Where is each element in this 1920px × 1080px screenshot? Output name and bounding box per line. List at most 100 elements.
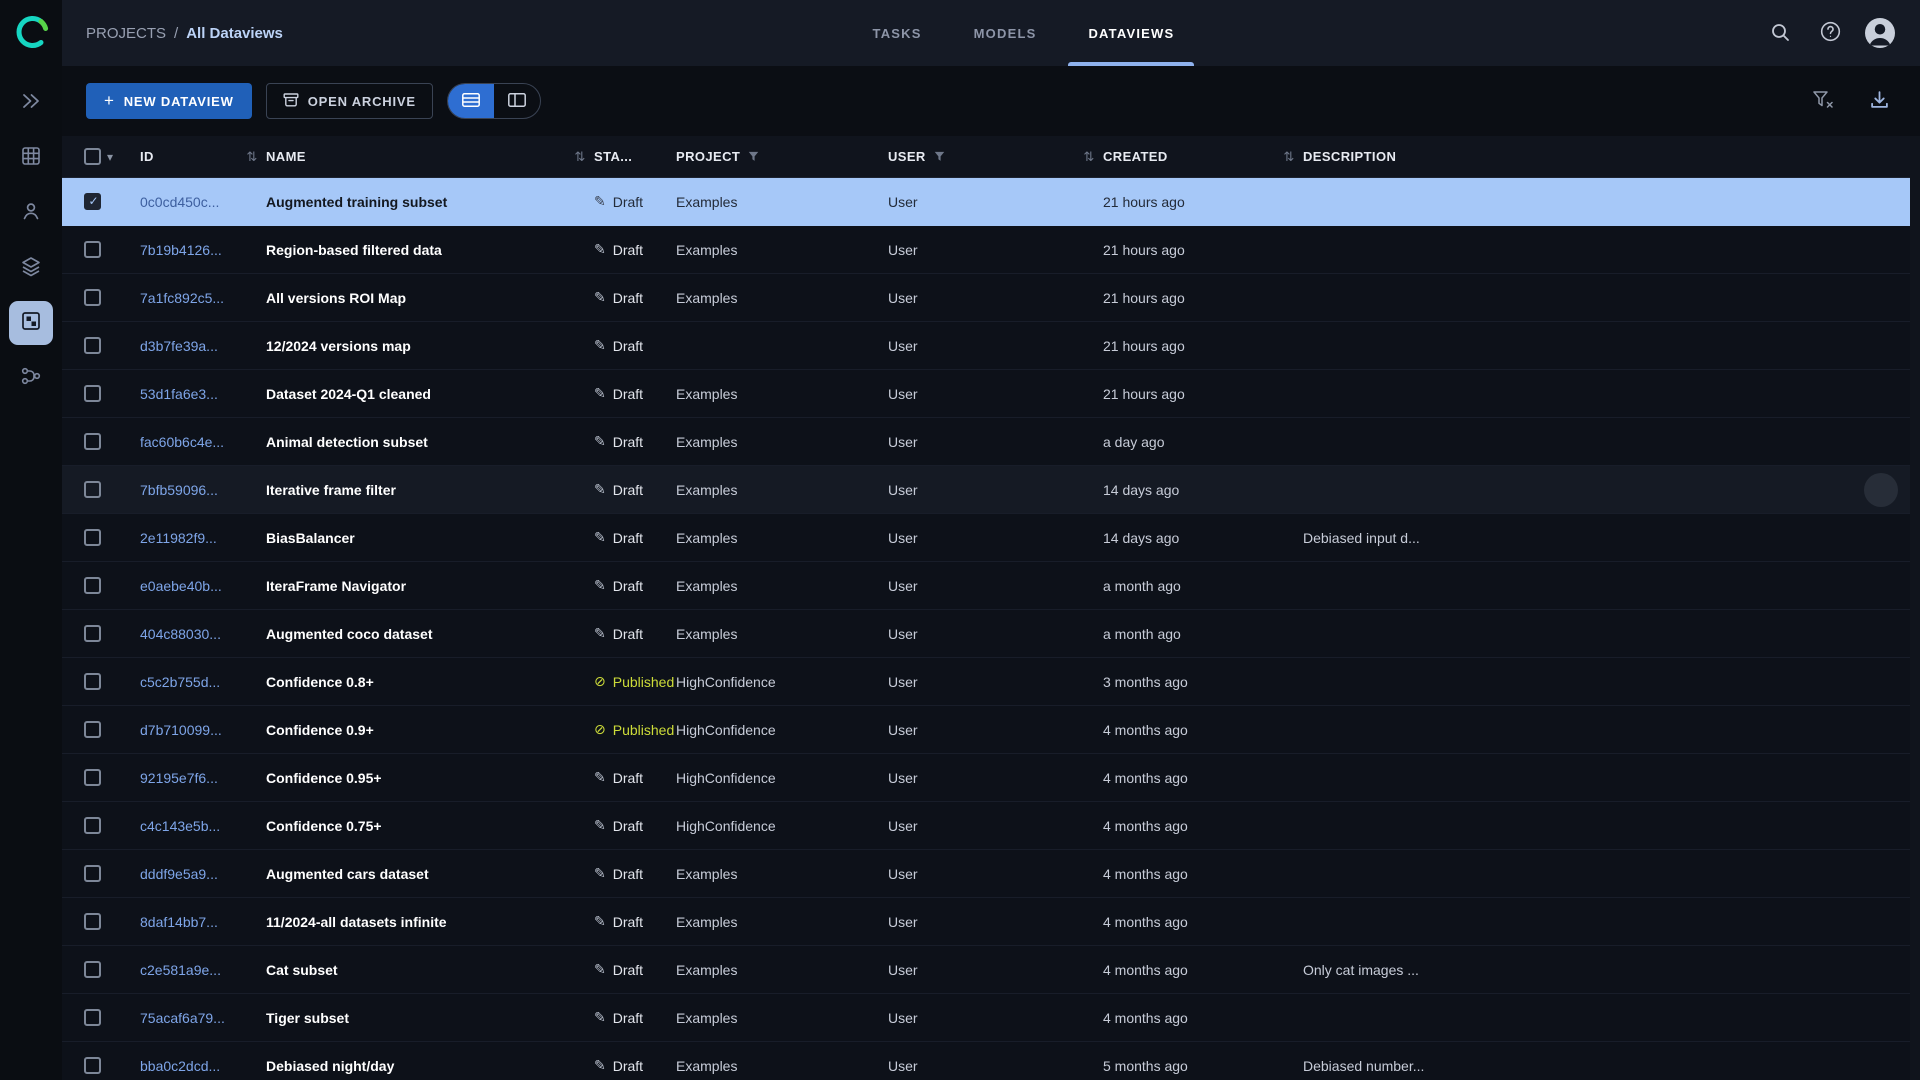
table-row[interactable]: 75acaf6a79... Tiger subset ✎ Draft Examp…: [62, 994, 1920, 1042]
row-checkbox[interactable]: [84, 625, 101, 642]
header-tab[interactable]: TASKS: [847, 0, 948, 66]
cell-project: Examples: [676, 385, 738, 402]
table-row[interactable]: c4c143e5b... Confidence 0.75+ ✎ Draft Hi…: [62, 802, 1920, 850]
column-header-name[interactable]: ⇅ NAME: [246, 149, 594, 165]
select-dropdown-caret[interactable]: ▾: [107, 150, 113, 164]
sidebar-item-datasets[interactable]: [9, 136, 53, 180]
sidebar-item-dataviews[interactable]: [9, 301, 53, 345]
sort-icon[interactable]: ⇅: [572, 149, 588, 165]
table-row[interactable]: c5c2b755d... Confidence 0.8+ ⊘ Published…: [62, 658, 1920, 706]
clear-filters-button[interactable]: [1806, 84, 1840, 118]
row-checkbox[interactable]: [84, 433, 101, 450]
cell-created: 21 hours ago: [1103, 193, 1185, 210]
download-icon: [1870, 90, 1889, 112]
cell-user: User: [888, 673, 918, 690]
row-checkbox[interactable]: [84, 577, 101, 594]
open-archive-button[interactable]: OPEN ARCHIVE: [265, 83, 433, 119]
sidebar-item-projects[interactable]: [9, 81, 53, 125]
cell-description: Debiased number...: [1303, 1057, 1425, 1074]
row-checkbox[interactable]: [84, 241, 101, 258]
table-row[interactable]: bba0c2dcd... Debiased night/day ✎ Draft …: [62, 1042, 1920, 1080]
split-view-button[interactable]: [494, 84, 540, 118]
row-checkbox[interactable]: [84, 385, 101, 402]
row-checkbox[interactable]: [84, 673, 101, 690]
column-header-user[interactable]: USER: [888, 149, 1103, 164]
cell-description: Only cat images ...: [1303, 961, 1419, 978]
row-checkbox[interactable]: [84, 913, 101, 930]
clearml-logo[interactable]: [10, 10, 54, 54]
scrollbar-track[interactable]: [1910, 136, 1920, 1080]
column-header-status[interactable]: ⇅ STA...: [574, 149, 676, 165]
status-badge: ✎ Draft: [594, 625, 676, 642]
sort-icon[interactable]: ⇅: [1281, 149, 1297, 165]
row-checkbox[interactable]: [84, 529, 101, 546]
filter-funnel-icon[interactable]: [748, 151, 759, 162]
table-row[interactable]: 0c0cd450c... Augmented training subset ✎…: [62, 178, 1920, 226]
avatar-icon: [1865, 18, 1895, 48]
header-tab[interactable]: MODELS: [948, 0, 1063, 66]
column-header-description[interactable]: ⇅ DESCRIPTION: [1283, 149, 1920, 165]
row-checkbox[interactable]: [84, 865, 101, 882]
status-label: Published: [612, 673, 675, 690]
table-header-row: ▾ ID ⇅ NAME ⇅ STA... PROJECT USER ⇅ CREA…: [62, 136, 1920, 178]
row-checkbox[interactable]: [84, 1009, 101, 1026]
download-button[interactable]: [1862, 84, 1896, 118]
view-toggle: [446, 83, 541, 119]
header-tab[interactable]: DATAVIEWS: [1062, 0, 1200, 66]
cell-status: ✎ Draft: [594, 913, 676, 930]
row-checkbox[interactable]: [84, 1057, 101, 1074]
status-label: Draft: [612, 433, 644, 450]
select-all-checkbox[interactable]: [84, 148, 101, 165]
table-row[interactable]: dddf9e5a9... Augmented cars dataset ✎ Dr…: [62, 850, 1920, 898]
table-row[interactable]: c2e581a9e... Cat subset ✎ Draft Examples…: [62, 946, 1920, 994]
table-row[interactable]: d3b7fe39a... 12/2024 versions map ✎ Draf…: [62, 322, 1920, 370]
cell-project: Examples: [676, 577, 738, 594]
table-row[interactable]: 8daf14bb7... 11/2024-all datasets infini…: [62, 898, 1920, 946]
table-row[interactable]: d7b710099... Confidence 0.9+ ⊘ Published…: [62, 706, 1920, 754]
sidebar-item-hyper-datasets[interactable]: [9, 246, 53, 290]
cell-name: 11/2024-all datasets infinite: [266, 913, 447, 930]
table-row[interactable]: 53d1fa6e3... Dataset 2024-Q1 cleaned ✎ D…: [62, 370, 1920, 418]
row-checkbox[interactable]: [84, 193, 101, 210]
column-header-created[interactable]: ⇅ CREATED: [1083, 149, 1303, 165]
table-row[interactable]: 7a1fc892c5... All versions ROI Map ✎ Dra…: [62, 274, 1920, 322]
sort-icon[interactable]: ⇅: [1081, 149, 1097, 165]
table-row[interactable]: 7bfb59096... Iterative frame filter ✎ Dr…: [62, 466, 1920, 514]
row-checkbox[interactable]: [84, 817, 101, 834]
sidebar-item-annotations[interactable]: [9, 191, 53, 235]
sidebar-item-pipelines[interactable]: [9, 356, 53, 400]
cell-name: 12/2024 versions map: [266, 337, 411, 354]
breadcrumb-projects[interactable]: PROJECTS: [86, 25, 166, 42]
sort-icon[interactable]: ⇅: [244, 149, 260, 165]
status-badge: ✎ Draft: [594, 337, 676, 354]
new-dataview-button[interactable]: + NEW DATAVIEW: [86, 83, 252, 119]
row-checkbox[interactable]: [84, 769, 101, 786]
help-button[interactable]: [1814, 17, 1846, 49]
cell-user: User: [888, 337, 918, 354]
cell-name: All versions ROI Map: [266, 289, 407, 306]
row-checkbox[interactable]: [84, 481, 101, 498]
row-checkbox[interactable]: [84, 721, 101, 738]
row-select-cell: [84, 625, 140, 642]
status-icon: ⊘: [594, 721, 606, 737]
table-row[interactable]: 2e11982f9... BiasBalancer ✎ Draft Exampl…: [62, 514, 1920, 562]
row-checkbox[interactable]: [84, 337, 101, 354]
cell-name: Confidence 0.95+: [266, 769, 382, 786]
status-label: Draft: [612, 817, 644, 834]
table-row[interactable]: fac60b6c4e... Animal detection subset ✎ …: [62, 418, 1920, 466]
table-row[interactable]: 404c88030... Augmented coco dataset ✎ Dr…: [62, 610, 1920, 658]
profile-button[interactable]: [1864, 17, 1896, 49]
floating-scroll-button[interactable]: [1864, 473, 1898, 507]
column-header-project[interactable]: PROJECT: [676, 149, 888, 164]
cell-id: 0c0cd450c...: [140, 193, 220, 210]
breadcrumb-current: All Dataviews: [186, 24, 283, 42]
row-checkbox[interactable]: [84, 289, 101, 306]
cell-status: ✎ Draft: [594, 529, 676, 546]
table-row[interactable]: 92195e7f6... Confidence 0.95+ ✎ Draft Hi…: [62, 754, 1920, 802]
table-view-button[interactable]: [447, 84, 494, 118]
row-checkbox[interactable]: [84, 961, 101, 978]
filter-funnel-icon[interactable]: [934, 151, 945, 162]
search-button[interactable]: [1764, 17, 1796, 49]
table-row[interactable]: 7b19b4126... Region-based filtered data …: [62, 226, 1920, 274]
table-row[interactable]: e0aebe40b... IteraFrame Navigator ✎ Draf…: [62, 562, 1920, 610]
